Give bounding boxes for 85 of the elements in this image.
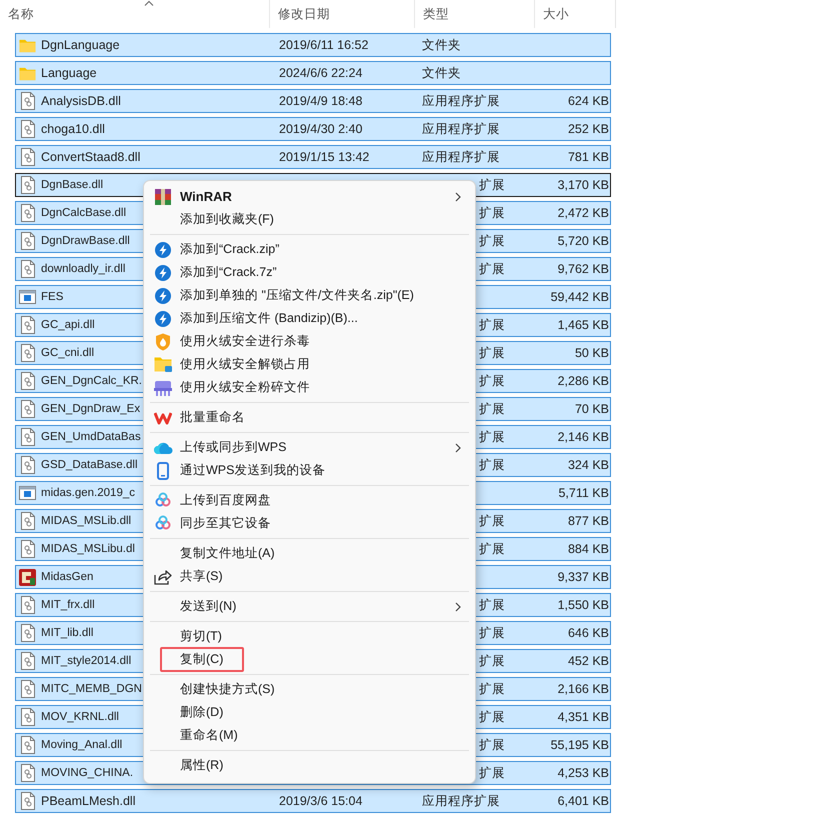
file-name: choga10.dll [41,122,105,136]
file-name: MIT_frx.dll [41,599,95,611]
file-size: 9,762 KB [558,262,609,276]
file-name: midas.gen.2019_c [41,487,135,499]
file-size: 5,720 KB [558,234,609,248]
file-size: 59,442 KB [550,290,609,304]
file-type: 扩展 [479,682,505,696]
file-name: ConvertStaad8.dll [41,150,140,164]
file-type: 应用程序扩展 [422,122,500,136]
file-type: 扩展 [479,458,505,472]
file-type: 扩展 [479,234,505,248]
file-name: MITC_MEMB_DGN [41,683,142,695]
file-type: 扩展 [479,318,505,332]
file-name: MIT_style2014.dll [41,655,132,667]
file-type: 扩展 [479,542,505,556]
file-type: 扩展 [479,766,505,780]
file-size: 877 KB [568,514,609,528]
file-size: 624 KB [568,94,609,108]
file-size: 9,337 KB [558,570,609,584]
file-name: GC_api.dll [41,319,95,331]
file-type: 扩展 [479,206,505,220]
file-type: 扩展 [479,738,505,752]
file-size: 1,550 KB [558,598,609,612]
file-size: 3,170 KB [558,178,609,192]
file-name: AnalysisDB.dll [41,94,121,108]
file-size: 5,711 KB [558,486,609,500]
file-type: 文件夹 [422,38,461,52]
file-type: 扩展 [479,402,505,416]
file-name: GEN_DgnDraw_Ex [41,403,140,415]
file-name: MIDAS_MSLibu.dl [41,543,135,555]
file-size: 70 KB [574,402,609,416]
file-type: 文件夹 [422,66,461,80]
file-name: DgnCalcBase.dll [41,207,126,219]
file-type: 扩展 [479,262,505,276]
file-size: 324 KB [568,458,609,472]
file-name: DgnLanguage [41,38,120,52]
file-size: 2,286 KB [558,374,609,388]
file-name: DgnDrawBase.dll [41,235,130,247]
file-size: 50 KB [574,346,609,360]
file-type: 应用程序扩展 [422,794,500,808]
file-name: downloadly_ir.dll [41,263,126,275]
file-size: 6,401 KB [558,794,609,808]
file-name: GEN_UmdDataBas [41,431,141,443]
modified-date: 2019/1/15 13:42 [279,150,370,164]
file-name: FES [41,291,64,303]
file-name: MIDAS_MSLib.dll [41,515,132,527]
file-type: 扩展 [479,374,505,388]
file-type: 应用程序扩展 [422,150,500,164]
file-name: MIT_lib.dll [41,627,94,639]
file-type: 扩展 [479,514,505,528]
file-size: 4,253 KB [558,766,609,780]
file-name: GC_cni.dll [41,347,94,359]
file-type: 扩展 [479,654,505,668]
file-name: GEN_DgnCalc_KR. [41,375,142,387]
file-size: 884 KB [568,542,609,556]
modified-date: 2019/3/6 15:04 [279,794,362,808]
file-name: Moving_Anal.dll [41,739,122,751]
file-size: 252 KB [568,122,609,136]
file-size: 2,166 KB [558,682,609,696]
file-size: 452 KB [568,654,609,668]
file-size: 4,351 KB [558,710,609,724]
file-size: 646 KB [568,626,609,640]
modified-date: 2019/4/9 18:48 [279,94,362,108]
file-name: PBeamLMesh.dll [41,794,136,808]
file-size: 781 KB [568,150,609,164]
file-type: 应用程序扩展 [422,94,500,108]
file-type: 扩展 [479,710,505,724]
file-type: 扩展 [479,598,505,612]
file-name: GSD_DataBase.dll [41,459,138,471]
modified-date: 2019/4/30 2:40 [279,122,362,136]
file-name: MOV_KRNL.dll [41,711,119,723]
file-size: 55,195 KB [550,738,609,752]
modified-date: 2019/6/11 16:52 [279,38,368,52]
file-size: 2,146 KB [558,430,609,444]
file-type: 扩展 [479,346,505,360]
file-name: Language [41,66,97,80]
file-size: 1,465 KB [558,318,609,332]
file-size: 2,472 KB [558,206,609,220]
modified-date: 2024/6/6 22:24 [279,66,362,80]
file-type: 扩展 [479,178,505,192]
file-name: MOVING_CHINA. [41,767,134,779]
file-name: DgnBase.dll [41,179,104,191]
file-type: 扩展 [479,626,505,640]
file-type: 扩展 [479,430,505,444]
file-name: MidasGen [41,571,94,583]
